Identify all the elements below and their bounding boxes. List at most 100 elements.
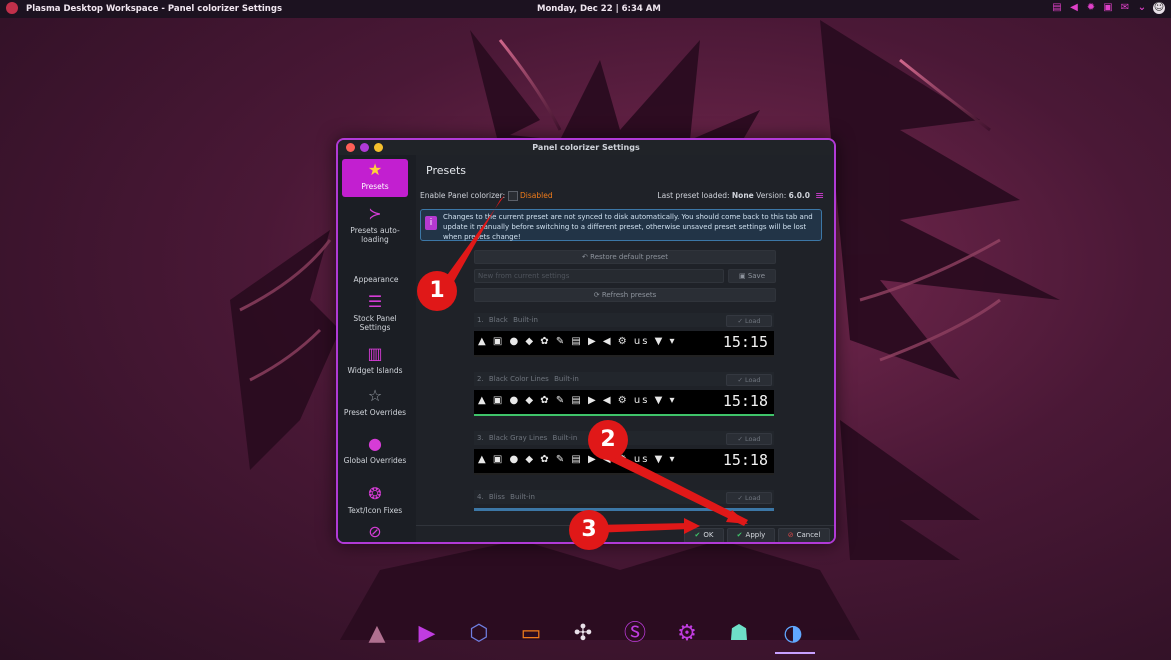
sidebar-item-widget-islands[interactable]: ▥ Widget Islands [342, 344, 408, 376]
ghost-icon[interactable]: ☗ [725, 620, 753, 648]
refresh-icon: ⟳ [593, 291, 600, 299]
window-titlebar[interactable]: Panel colorizer Settings [338, 140, 834, 155]
load-button[interactable]: ✓ Load [726, 315, 772, 327]
columns-icon: ▥ [367, 344, 383, 363]
preset-tag: Built-in [510, 493, 535, 501]
volume-icon[interactable]: ◀ [1068, 2, 1080, 14]
network-icon[interactable]: ✣ [569, 620, 597, 648]
sidebar-item-text-icon-fixes[interactable]: ❂ Text/Icon Fixes [342, 484, 408, 516]
version-value: 6.0.0 [788, 191, 810, 200]
sidebar-item-label: Widget Islands [347, 366, 403, 375]
refresh-presets-button[interactable]: ⟳ Refresh presets [474, 288, 776, 302]
sidebar-item-label: Stock Panel Settings [353, 314, 397, 332]
last-preset-info: Last preset loaded: None Version: 6.0.0 [657, 191, 810, 200]
load-button[interactable]: ✓ Load [726, 433, 772, 445]
preset-preview-partial [474, 508, 774, 511]
preset-card: 2. Black Color Lines Built-in ✓ Load ▲ ▣… [474, 372, 774, 426]
maximize-button[interactable] [374, 143, 383, 152]
apply-label: Apply [745, 531, 766, 539]
annotation-badge-3: 3 [569, 510, 609, 550]
preset-name: Black Color Lines [488, 375, 549, 383]
display-icon[interactable]: ▣ [1102, 2, 1114, 14]
ok-button[interactable]: ✔ OK [684, 528, 724, 542]
load-label: Load [744, 317, 761, 325]
dialog-footer: ✔ OK ✔ Apply ⊘ Cancel [416, 525, 834, 542]
star-outline-icon: ☆ [367, 386, 383, 405]
clock[interactable]: Monday, Dec 22 | 6:34 AM [537, 4, 661, 14]
last-preset-value: None [731, 191, 754, 200]
ok-label: OK [703, 531, 714, 539]
app-logo-icon[interactable] [6, 2, 18, 14]
sidebar-item-preset-overrides[interactable]: ☆ Preset Overrides [342, 386, 408, 418]
preview-icons: ▲ ▣ ● ◆ ✿ ✎ ▤ ▶ ◀ ⚙ us ▼ ▾ [478, 454, 677, 465]
save-label: Save [747, 272, 766, 280]
sidebar-item-label: Text/Icon Fixes [347, 506, 403, 515]
window-title: Panel colorizer Settings [532, 143, 640, 152]
preset-index: 2. [477, 375, 484, 383]
new-preset-input[interactable]: New from current settings [474, 269, 724, 283]
user-icon[interactable]: ☺ [1153, 2, 1165, 14]
list-icon: ≻ [368, 204, 382, 223]
info-icon: i [425, 216, 437, 230]
save-button[interactable]: ▣ Save [728, 269, 776, 283]
eye-off-icon: ⊘ [368, 522, 382, 541]
globe-icon: ● [368, 434, 382, 453]
cancel-button[interactable]: ⊘ Cancel [778, 528, 830, 542]
panel-colorizer-icon[interactable]: ◑ [779, 620, 807, 648]
mail-icon[interactable]: ✉ [1119, 2, 1131, 14]
enable-state-text: Disabled [520, 191, 553, 200]
apply-button[interactable]: ✔ Apply [727, 528, 775, 542]
load-label: Load [744, 494, 761, 502]
clipboard-icon[interactable]: ▤ [1051, 2, 1063, 14]
info-message: i Changes to the current preset are not … [420, 209, 822, 241]
active-window-title: Plasma Desktop Workspace - Panel coloriz… [26, 4, 283, 14]
sidebar: ★ Presets ≻ Presets auto-loading Appeara… [338, 155, 414, 542]
preview-icons: ▲ ▣ ● ◆ ✿ ✎ ▤ ▶ ◀ ⚙ us ▼ ▾ [478, 336, 677, 347]
preset-name: Bliss [488, 493, 505, 501]
preset-preview: ▲ ▣ ● ◆ ✿ ✎ ▤ ▶ ◀ ⚙ us ▼ ▾ 15:18 [474, 449, 774, 475]
eagle-icon[interactable]: ▲ [363, 620, 391, 648]
preset-name: Black [488, 316, 508, 324]
sidebar-item-label: Presets auto-loading [350, 226, 400, 244]
preset-name: Black Gray Lines [488, 434, 548, 442]
terminal-icon[interactable]: ▶ [413, 620, 441, 648]
dock: ▲ ▶ ⬡ ▭ ✣ Ⓢ ⚙ ☗ ◑ [355, 616, 820, 656]
undo-icon: ↶ [582, 253, 588, 261]
annotation-badge-1: 1 [417, 271, 457, 311]
sidebar-item-label: Preset Overrides [343, 408, 407, 417]
settings-window: Panel colorizer Settings ★ Presets ≻ Pre… [336, 138, 836, 544]
skype-icon[interactable]: Ⓢ [621, 620, 649, 648]
dolphin-icon[interactable]: ⬡ [465, 620, 493, 648]
brightness-icon[interactable]: ✹ [1085, 2, 1097, 14]
preview-icons: ▲ ▣ ● ◆ ✿ ✎ ▤ ▶ ◀ ⚙ us ▼ ▾ [478, 395, 677, 406]
hamburger-menu-icon[interactable]: ≡ [815, 190, 826, 201]
last-preset-label: Last preset loaded: [657, 191, 730, 200]
preset-preview: ▲ ▣ ● ◆ ✿ ✎ ▤ ▶ ◀ ⚙ us ▼ ▾ 15:18 [474, 390, 774, 416]
rings-icon: ❂ [368, 484, 382, 503]
sidebar-item-stock-panel-settings[interactable]: ☰ Stock Panel Settings [342, 293, 408, 333]
preset-index: 3. [477, 434, 484, 442]
chevron-down-icon[interactable]: ⌄ [1136, 2, 1148, 14]
save-icon: ▣ [738, 272, 746, 280]
sidebar-item-presets[interactable]: ★ Presets [342, 159, 408, 197]
load-button[interactable]: ✓ Load [726, 374, 772, 386]
load-label: Load [744, 376, 761, 384]
system-tray: ▤ ◀ ✹ ▣ ✉ ⌄ ☺ [1051, 2, 1165, 14]
enable-checkbox[interactable] [508, 191, 518, 201]
load-button[interactable]: ✓ Load [726, 492, 772, 504]
active-indicator [775, 652, 815, 654]
restore-default-label: Restore default preset [590, 253, 668, 261]
minimize-button[interactable] [360, 143, 369, 152]
preset-tag: Built-in [554, 375, 579, 383]
sidebar-item-hidden[interactable]: ⊘ [342, 522, 408, 542]
presets-page: Presets Enable Panel colorizer: Disabled… [416, 155, 834, 542]
top-panel: Plasma Desktop Workspace - Panel coloriz… [0, 0, 1171, 18]
status-row: Enable Panel colorizer: Disabled Last pr… [420, 189, 828, 203]
settings-icon[interactable]: ⚙ [673, 620, 701, 648]
preview-clock: 15:18 [722, 392, 768, 410]
restore-default-button[interactable]: ↶ Restore default preset [474, 250, 776, 264]
folder-icon[interactable]: ▭ [517, 620, 545, 648]
sidebar-item-global-overrides[interactable]: ● Global Overrides [342, 434, 408, 466]
close-button[interactable] [346, 143, 355, 152]
sidebar-item-presets-auto-loading[interactable]: ≻ Presets auto-loading [342, 204, 408, 245]
